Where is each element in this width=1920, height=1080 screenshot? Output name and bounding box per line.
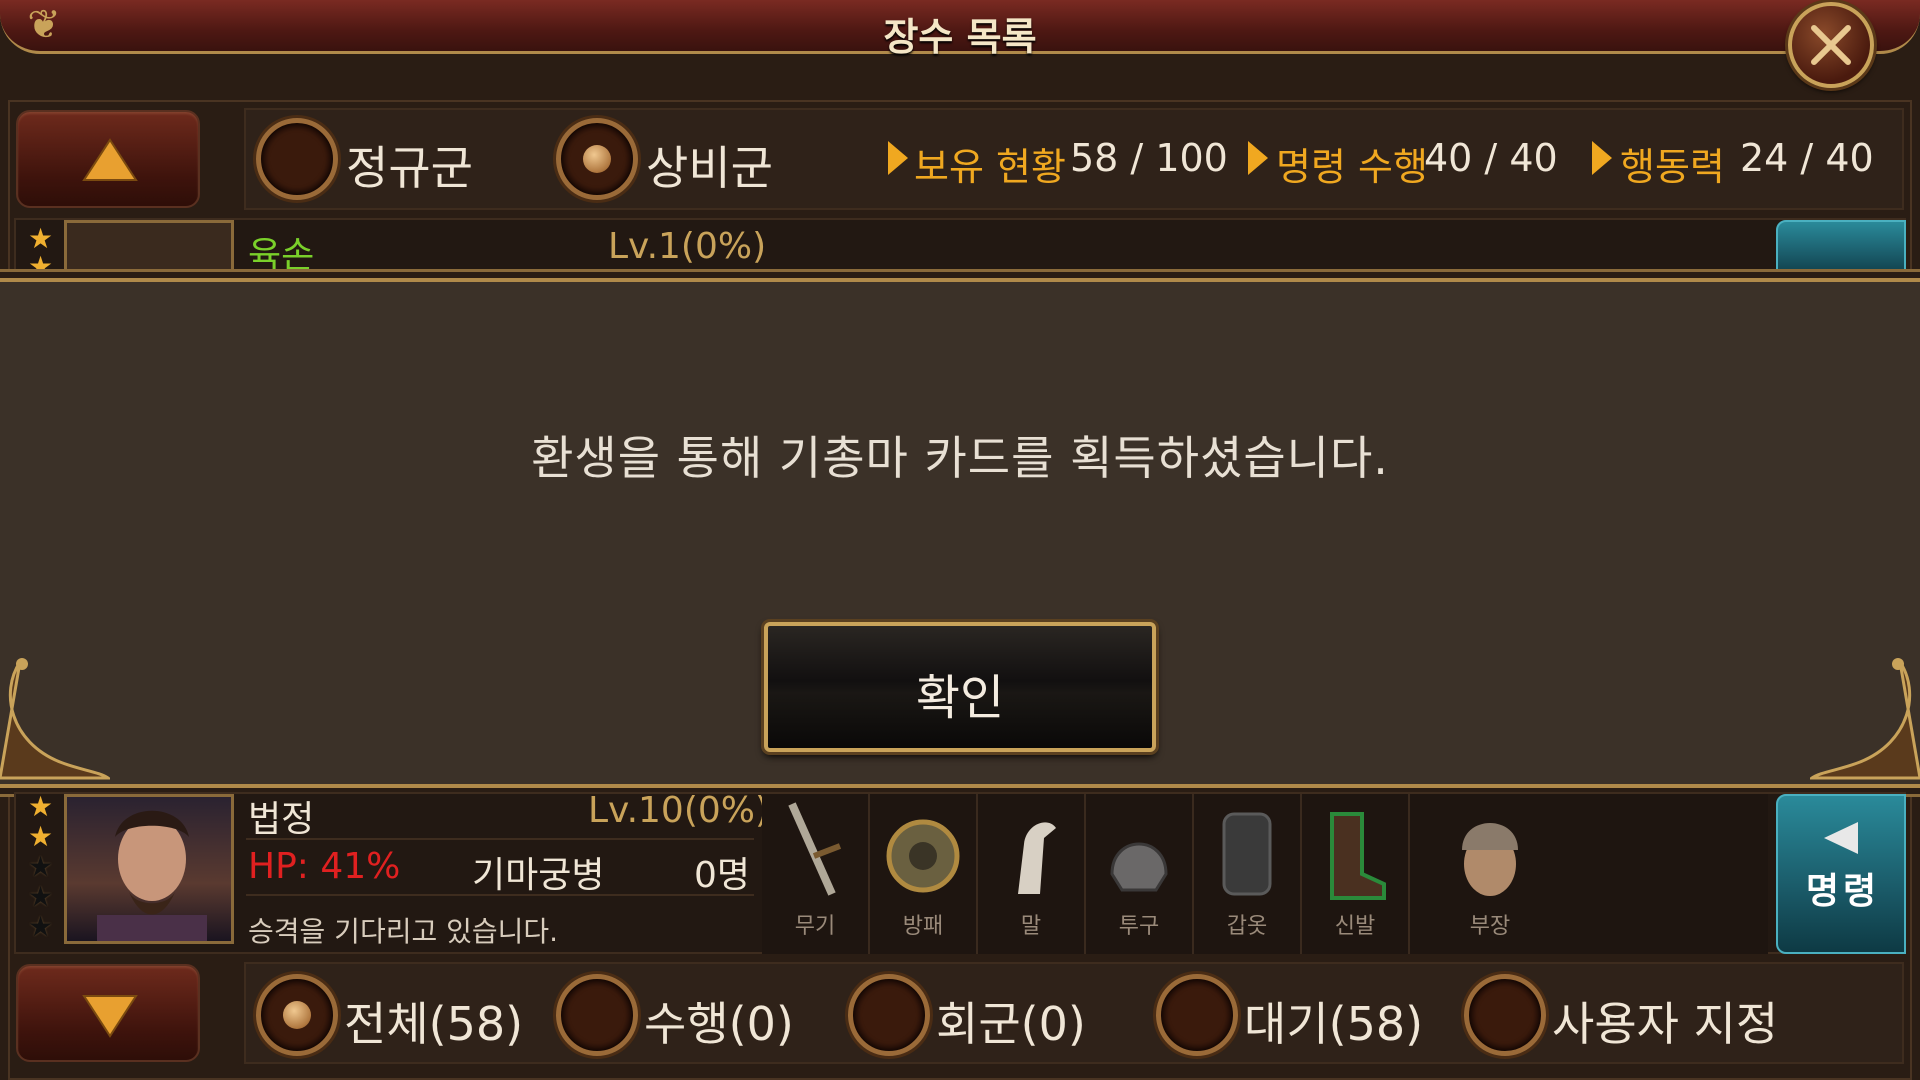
command-count-value: 40 / 40 (1424, 136, 1558, 180)
modal-message: 환생을 통해 기총마 카드를 획득하셨습니다. (531, 431, 1389, 485)
boots-label: 신발 (1334, 914, 1376, 939)
weapon-label: 무기 (794, 914, 836, 939)
general-face-icon (97, 810, 207, 941)
general-unit-type: 기마궁병 (472, 855, 605, 896)
holdings-label: 보유 현황 (914, 145, 1066, 189)
lieutenant-slot[interactable]: 부장 (1410, 794, 1570, 954)
holdings-value: 58 / 100 (1070, 136, 1228, 180)
star-icon: ★ (28, 790, 54, 823)
shield-slot[interactable]: 방패 (870, 794, 978, 954)
stat-arrow-icon (888, 141, 908, 175)
corner-ornament-right-icon (1810, 658, 1920, 780)
filter-mission-radio[interactable] (556, 974, 638, 1056)
filter-all-radio[interactable] (256, 974, 338, 1056)
horse-slot[interactable]: 말 (978, 794, 1086, 954)
confirm-button-label: 확인 (915, 670, 1005, 726)
shield-label: 방패 (902, 914, 944, 939)
general-portrait (64, 220, 234, 280)
armor-label: 갑옷 (1226, 914, 1268, 939)
corner-ornament-left-icon (0, 658, 110, 780)
boots-icon (1330, 812, 1386, 900)
filter-mission-label: 수행(0) (644, 997, 794, 1051)
star-icon: ★ (28, 820, 54, 853)
general-portrait (64, 794, 234, 944)
regular-army-radio[interactable] (256, 118, 338, 200)
scroll-up-button[interactable] (16, 110, 200, 208)
armor-icon (1222, 812, 1272, 896)
equipment-bar: 무기 방패 말 투구 갑옷 신발 부장 (762, 794, 1768, 954)
command-count-label: 명령 수행 (1276, 145, 1428, 189)
general-level: Lv.1(0%) (608, 226, 767, 267)
general-hp: HP: 41% (248, 846, 401, 887)
arrow-left-icon (1824, 822, 1858, 854)
row-divider (246, 894, 754, 896)
general-name: 육손 (248, 235, 315, 276)
general-level: Lv.10(0%) (588, 790, 770, 831)
filter-all-label: 전체(58) (344, 997, 524, 1051)
boots-slot[interactable]: 신발 (1302, 794, 1410, 954)
filter-custom-label: 사용자 지정 (1552, 997, 1779, 1051)
reserve-army-radio[interactable] (556, 118, 638, 200)
notice-modal: 환생을 통해 기총마 카드를 획득하셨습니다. 확인 (0, 278, 1920, 788)
filter-standby-radio[interactable] (1156, 974, 1238, 1056)
weapon-slot[interactable]: 무기 (762, 794, 870, 954)
command-button[interactable] (1776, 220, 1906, 280)
close-button[interactable] (1788, 2, 1874, 88)
armor-slot[interactable]: 갑옷 (1194, 794, 1302, 954)
star-icon: ★ (28, 850, 54, 883)
stat-arrow-icon (1592, 141, 1612, 175)
general-status: 승격을 기다리고 있습니다. (248, 915, 559, 948)
sword-icon (788, 802, 842, 896)
general-troops: 0명 (694, 855, 751, 896)
close-icon (1811, 25, 1851, 65)
shield-icon (886, 819, 960, 893)
scroll-down-button[interactable] (16, 964, 200, 1062)
command-label: 명령 (1805, 871, 1881, 912)
helmet-label: 투구 (1118, 914, 1160, 939)
star-icon: ★ (28, 910, 54, 943)
filter-custom-radio[interactable] (1464, 974, 1546, 1056)
helmet-icon (1110, 842, 1168, 892)
filter-return-radio[interactable] (848, 974, 930, 1056)
page-title: 장수 목록 (883, 15, 1037, 59)
stat-arrow-icon (1248, 141, 1268, 175)
regular-army-label: 정규군 (346, 141, 473, 195)
arrow-down-icon (82, 995, 138, 1038)
row-divider (246, 838, 754, 840)
arrow-up-icon (82, 138, 138, 181)
star-icon: ★ (28, 880, 54, 913)
confirm-button[interactable]: 확인 (764, 622, 1156, 752)
lieutenant-icon (1462, 823, 1518, 896)
helmet-slot[interactable]: 투구 (1086, 794, 1194, 954)
horse-icon (1018, 822, 1056, 894)
filter-return-label: 회군(0) (936, 997, 1086, 1051)
lieutenant-label: 부장 (1469, 914, 1511, 939)
filter-standby-label: 대기(58) (1244, 997, 1424, 1051)
action-points-value: 24 / 40 (1740, 136, 1874, 180)
command-button[interactable]: 명령 (1776, 794, 1906, 954)
action-points-label: 행동력 (1620, 145, 1725, 189)
reserve-army-label: 상비군 (646, 141, 773, 195)
general-name: 법정 (248, 799, 315, 840)
horse-label: 말 (1020, 914, 1042, 939)
